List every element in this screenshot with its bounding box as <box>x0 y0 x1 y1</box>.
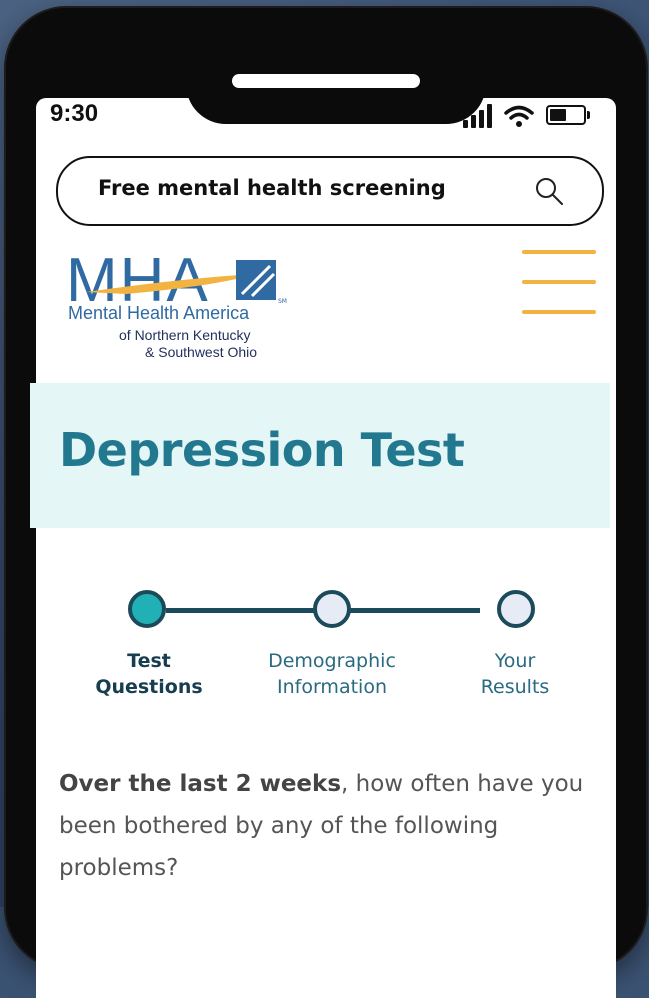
step-label-line1: Your <box>494 650 536 672</box>
battery-icon <box>546 105 590 125</box>
logo-org-name: Mental Health America <box>68 303 250 323</box>
logo-region-1: of Northern Kentucky <box>119 327 251 343</box>
question-bold: Over the last 2 weeks <box>59 771 342 797</box>
page-title: Depression Test <box>59 423 465 477</box>
logo-region-2: & Southwest Ohio <box>145 344 258 360</box>
search-bar[interactable]: Free mental health screening <box>56 156 604 226</box>
search-text: Free mental health screening <box>98 176 446 200</box>
step-label-test-questions[interactable]: Test Questions <box>64 648 234 700</box>
logo-swoosh <box>86 260 276 300</box>
step-label-line2: Information <box>277 676 387 698</box>
signal-icon <box>463 104 492 128</box>
hamburger-menu-icon[interactable] <box>522 246 596 318</box>
step-label-line2: Results <box>480 676 550 698</box>
step-label-line2: Questions <box>95 676 203 698</box>
step-dot-results[interactable] <box>497 590 535 628</box>
step-dot-demographic[interactable] <box>313 590 351 628</box>
step-label-line1: Test <box>127 650 171 672</box>
status-time: 9:30 <box>50 100 99 127</box>
hero-banner: Depression Test <box>30 383 610 528</box>
step-label-demographic[interactable]: Demographic Information <box>247 648 417 700</box>
question-text: Over the last 2 weeks, how often have yo… <box>59 763 609 889</box>
speaker-grille <box>232 74 420 88</box>
mha-logo[interactable]: MHA SM Mental Health America of Northern… <box>66 250 296 366</box>
step-dot-test-questions[interactable] <box>128 590 166 628</box>
status-icons <box>463 104 590 128</box>
logo-sm-mark: SM <box>278 298 287 305</box>
step-label-line1: Demographic <box>268 650 396 672</box>
phone-notch <box>186 16 486 124</box>
search-icon[interactable] <box>534 176 564 206</box>
step-label-results[interactable]: Your Results <box>430 648 600 700</box>
wifi-icon <box>504 105 534 127</box>
